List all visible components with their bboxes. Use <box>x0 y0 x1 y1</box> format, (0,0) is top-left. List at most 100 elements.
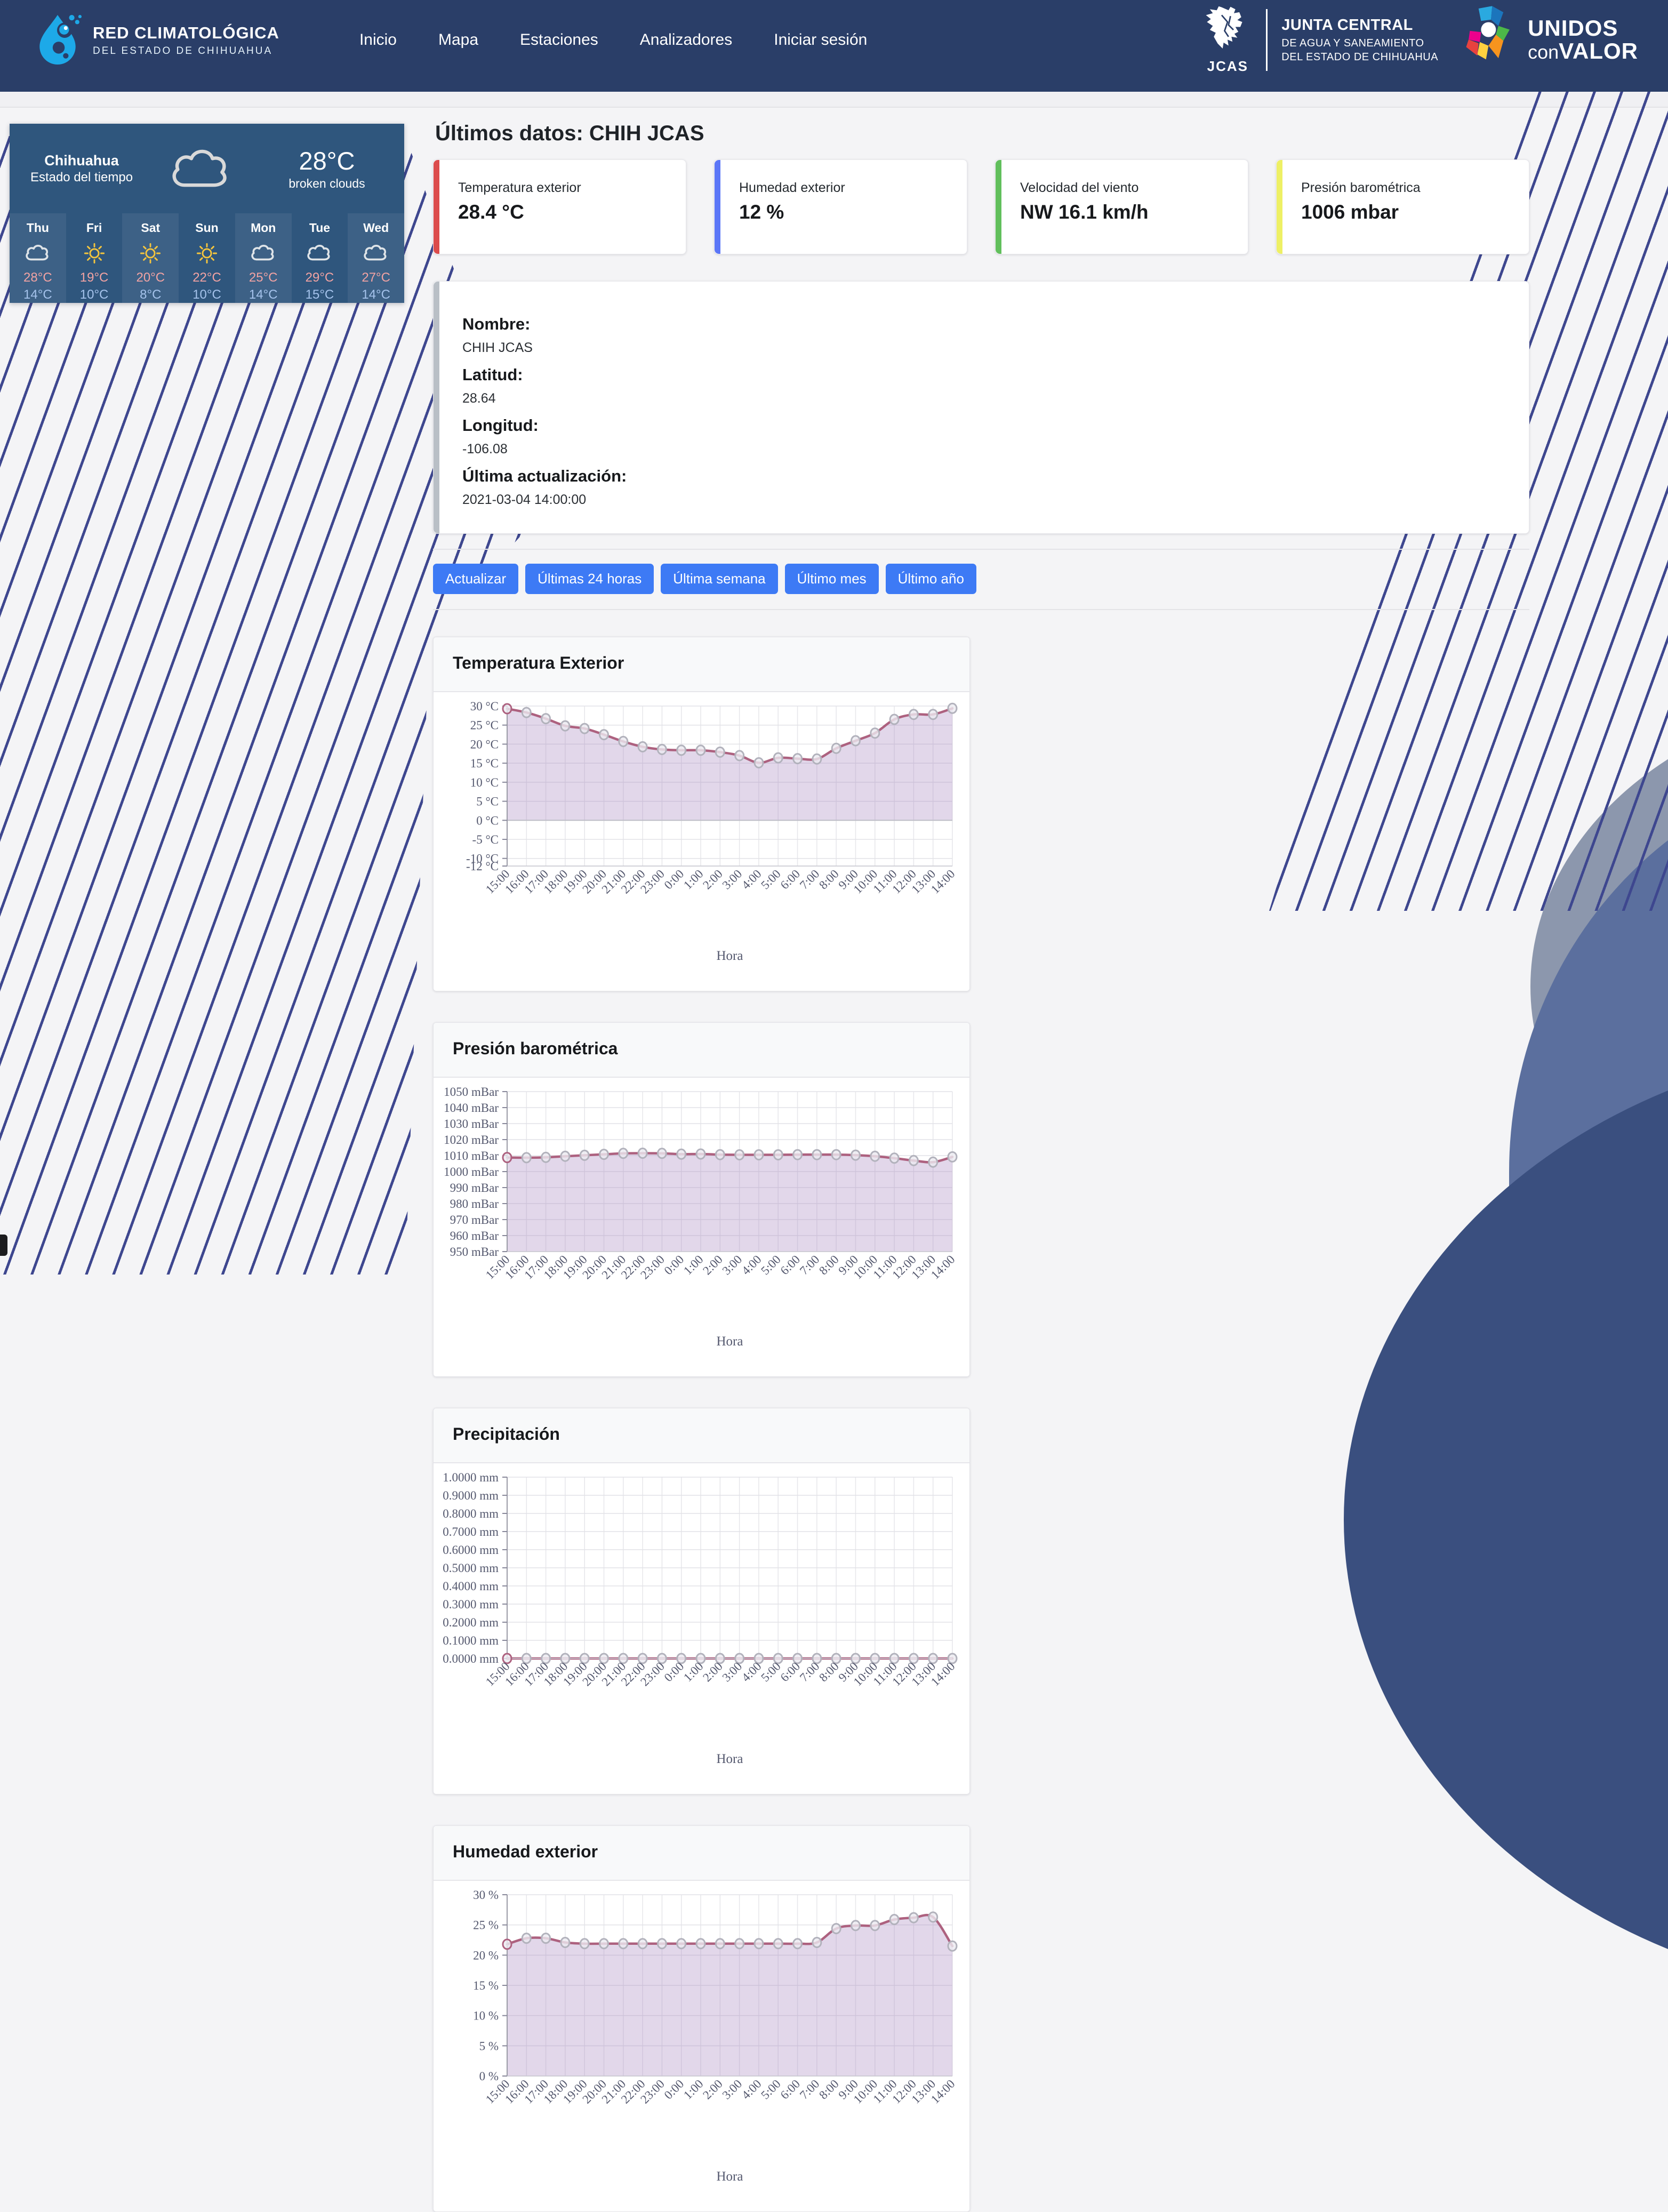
accent-bar-green <box>996 160 1001 254</box>
svg-text:990 mBar: 990 mBar <box>450 1181 499 1195</box>
stat-value: NW 16.1 km/h <box>1020 201 1248 223</box>
unidos-con-valor-logo: UNIDOS conVALOR <box>1460 5 1638 76</box>
svg-text:1020 mBar: 1020 mBar <box>444 1133 499 1147</box>
sun-icon <box>179 242 235 265</box>
svg-text:1010 mBar: 1010 mBar <box>444 1149 499 1163</box>
svg-text:0.7000 mm: 0.7000 mm <box>443 1525 499 1538</box>
weather-city: Chihuahua <box>10 153 154 169</box>
svg-text:15 %: 15 % <box>473 1979 499 1992</box>
navbar: RED CLIMATOLÓGICA DEL ESTADO DE CHIHUAHU… <box>0 0 1668 92</box>
subnav-band <box>0 92 1668 108</box>
station-lon: -106.08 <box>462 442 1503 457</box>
divider <box>433 549 1529 550</box>
svg-text:3:00: 3:00 <box>720 867 745 892</box>
forecast-day: Mon 25°C 14°C <box>235 213 292 303</box>
svg-text:7:00: 7:00 <box>797 867 822 892</box>
actualizar-button[interactable]: Actualizar <box>433 564 518 594</box>
svg-text:6:00: 6:00 <box>778 2077 803 2102</box>
svg-text:10 %: 10 % <box>473 2009 499 2023</box>
temperatura-exterior-chart: 30 °C25 °C20 °C15 °C10 °C5 °C0 °C-5 °C-1… <box>434 692 969 991</box>
svg-text:1.0000 mm: 1.0000 mm <box>443 1471 499 1484</box>
cloud-icon <box>348 242 404 265</box>
svg-text:6:00: 6:00 <box>778 1253 803 1278</box>
svg-text:Hora: Hora <box>717 1752 743 1766</box>
ultimas-24-horas-button[interactable]: Últimas 24 horas <box>525 564 654 594</box>
charts-grid: Temperatura Exterior 30 °C25 °C20 °C15 °… <box>433 637 1529 2212</box>
station-info-panel: Nombre: CHIH JCAS Latitud: 28.64 Longitu… <box>433 281 1529 534</box>
svg-text:4:00: 4:00 <box>739 867 764 892</box>
sun-icon <box>122 242 179 265</box>
svg-text:5 %: 5 % <box>479 2039 499 2053</box>
forecast-day: Fri 19°C 10°C <box>66 213 123 303</box>
forecast-day: Thu 28°C 14°C <box>10 213 66 303</box>
svg-text:25 °C: 25 °C <box>470 719 499 732</box>
svg-text:7:00: 7:00 <box>797 1253 822 1278</box>
divider <box>433 609 1529 610</box>
chart-card-humedad-exterior: Humedad exterior 30 %25 %20 %15 %10 %5 %… <box>433 1825 970 2212</box>
svg-text:0.6000 mm: 0.6000 mm <box>443 1543 499 1557</box>
corner-chip <box>0 1235 7 1256</box>
svg-text:-5 °C: -5 °C <box>472 833 499 846</box>
svg-text:Hora: Hora <box>717 2169 743 2184</box>
weather-condition: broken clouds <box>250 177 404 191</box>
unidos-state-icon <box>1460 5 1522 76</box>
ultimo-ano-button[interactable]: Último año <box>886 564 976 594</box>
stat-cards-row: Temperatura exterior 28.4 °C Humedad ext… <box>433 159 1529 254</box>
chart-card-temperatura-exterior: Temperatura Exterior 30 °C25 °C20 °C15 °… <box>433 637 970 991</box>
sun-icon <box>66 242 123 265</box>
water-drop-logo-icon <box>33 11 82 69</box>
stat-label: Humedad exterior <box>739 180 967 196</box>
brand[interactable]: RED CLIMATOLÓGICA DEL ESTADO DE CHIHUAHU… <box>33 11 279 69</box>
svg-text:1040 mBar: 1040 mBar <box>444 1101 499 1115</box>
jcas-subtitle-2: DEL ESTADO DE CHIHUAHUA <box>1281 50 1438 64</box>
stat-value: 28.4 °C <box>458 201 686 223</box>
svg-text:0.1000 mm: 0.1000 mm <box>443 1634 499 1647</box>
svg-text:25 %: 25 % <box>473 1919 499 1932</box>
cloud-icon <box>154 143 250 195</box>
svg-text:10 °C: 10 °C <box>470 776 499 789</box>
svg-text:1000 mBar: 1000 mBar <box>444 1165 499 1179</box>
svg-text:6:00: 6:00 <box>778 867 803 892</box>
accent-bar-yellow <box>1277 160 1282 254</box>
svg-text:30 °C: 30 °C <box>470 700 499 713</box>
svg-text:8:00: 8:00 <box>816 867 841 892</box>
svg-text:4:00: 4:00 <box>739 1253 764 1278</box>
svg-text:5:00: 5:00 <box>758 2077 783 2102</box>
nav-item-analizadores[interactable]: Analizadores <box>640 31 732 49</box>
stat-value: 1006 mbar <box>1301 201 1529 223</box>
nav-item-iniciar-sesion[interactable]: Iniciar sesión <box>774 31 867 49</box>
forecast-day: Sat 20°C 8°C <box>122 213 179 303</box>
svg-text:0.0000 mm: 0.0000 mm <box>443 1652 499 1665</box>
stat-card-humedad: Humedad exterior 12 % <box>714 159 967 254</box>
nav-item-estaciones[interactable]: Estaciones <box>520 31 598 49</box>
svg-text:0 %: 0 % <box>479 2070 499 2083</box>
svg-text:15 °C: 15 °C <box>470 757 499 770</box>
svg-text:0.5000 mm: 0.5000 mm <box>443 1561 499 1575</box>
chart-title: Humedad exterior <box>453 1842 598 1861</box>
stat-label: Velocidad del viento <box>1020 180 1248 196</box>
ultimo-mes-button[interactable]: Último mes <box>785 564 879 594</box>
jcas-logo: JCAS JUNTA CENTRAL DE AGUA Y SANEAMIENTO… <box>1203 5 1438 75</box>
svg-text:0.9000 mm: 0.9000 mm <box>443 1489 499 1502</box>
forecast-day: Tue 29°C 15°C <box>292 213 348 303</box>
svg-text:5 °C: 5 °C <box>476 795 499 808</box>
forecast-day: Sun 22°C 10°C <box>179 213 235 303</box>
svg-text:0.4000 mm: 0.4000 mm <box>443 1580 499 1593</box>
chart-title: Precipitación <box>453 1424 560 1444</box>
unidos-con: con <box>1528 41 1559 63</box>
ultima-semana-button[interactable]: Última semana <box>661 564 777 594</box>
station-updated: 2021-03-04 14:00:00 <box>462 492 1503 508</box>
jcas-title: JUNTA CENTRAL <box>1281 17 1438 34</box>
nav-item-inicio[interactable]: Inicio <box>359 31 397 49</box>
svg-text:20 %: 20 % <box>473 1949 499 1962</box>
svg-text:3:00: 3:00 <box>720 2077 745 2102</box>
svg-text:0:00: 0:00 <box>662 2077 687 2102</box>
svg-text:0 °C: 0 °C <box>476 814 499 827</box>
cloud-icon <box>10 242 66 265</box>
svg-text:1050 mBar: 1050 mBar <box>444 1085 499 1099</box>
jcas-separator <box>1266 9 1268 71</box>
page-title: Últimos datos: CHIH JCAS <box>435 122 1529 146</box>
nav-item-mapa[interactable]: Mapa <box>438 31 478 49</box>
svg-text:8:00: 8:00 <box>816 2077 841 2102</box>
svg-text:2:00: 2:00 <box>700 2077 725 2102</box>
